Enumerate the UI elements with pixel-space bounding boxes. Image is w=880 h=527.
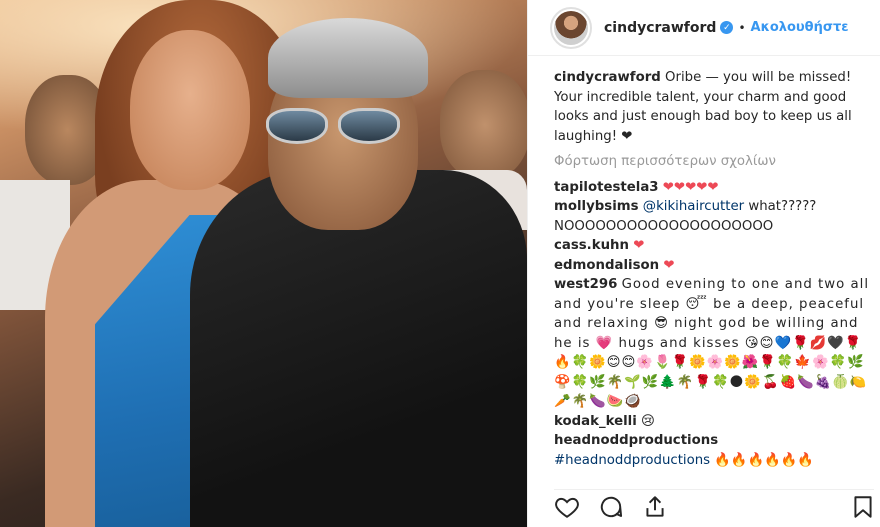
caption: cindycrawford Oribe — you will be missed… — [554, 68, 872, 146]
action-bar — [554, 489, 874, 519]
comments-list: cindycrawford Oribe — you will be missed… — [554, 68, 872, 468]
comment-username[interactable]: kodak_kelli — [554, 414, 637, 429]
comment-text: Good evening to one and two all and you'… — [554, 277, 870, 409]
separator-dot: • — [738, 20, 746, 35]
header-username[interactable]: cindycrawford — [604, 20, 716, 36]
background-person-right — [440, 70, 527, 180]
heart-icon[interactable] — [554, 494, 580, 520]
comment-text: ❤ — [663, 257, 675, 273]
comment-text: 😢 — [641, 413, 655, 429]
comment-row: west296 Good evening to one and two all … — [554, 275, 872, 412]
comment-username[interactable]: edmondalison — [554, 258, 659, 273]
caption-username[interactable]: cindycrawford — [554, 70, 661, 85]
comment-username[interactable]: mollybsims — [554, 199, 639, 214]
comment-username[interactable]: cass.kuhn — [554, 238, 629, 253]
comment-mention[interactable]: @kikihaircutter — [643, 199, 744, 214]
man-hair — [268, 18, 428, 98]
comment-hashtag[interactable]: #headnoddproductions — [554, 453, 710, 468]
comment-row: kodak_kelli 😢 — [554, 412, 872, 432]
comment-username[interactable]: west296 — [554, 277, 617, 292]
comment-username[interactable]: headnoddproductions — [554, 433, 718, 448]
comment-row: tapilotestela3 ❤❤❤❤❤ — [554, 178, 872, 198]
comment-username[interactable]: tapilotestela3 — [554, 180, 659, 195]
share-icon[interactable] — [642, 494, 668, 520]
comment-icon[interactable] — [598, 494, 624, 520]
follow-button[interactable]: Ακολουθήστε — [751, 20, 849, 35]
comment-row: cass.kuhn ❤ — [554, 236, 872, 256]
comment-row: headnoddproductions #headnoddproductions… — [554, 431, 872, 468]
avatar[interactable] — [550, 6, 592, 49]
woman-face — [130, 30, 250, 190]
comment-text: ❤❤❤❤❤ — [662, 179, 719, 195]
comment-row: edmondalison ❤ — [554, 256, 872, 276]
bookmark-icon[interactable] — [850, 494, 876, 520]
post-photo[interactable] — [0, 0, 527, 527]
comment-text: 🔥🔥🔥🔥🔥🔥 — [710, 452, 814, 468]
comment-row: mollybsims @kikihaircutter what????? NOO… — [554, 197, 872, 236]
sunglasses — [266, 108, 406, 146]
post-header: cindycrawford ✓ • Ακολουθήστε — [528, 0, 880, 56]
load-more-comments[interactable]: Φόρτωση περισσότερων σχολίων — [554, 152, 872, 172]
post-side-panel: cindycrawford ✓ • Ακολουθήστε cindycrawf… — [527, 0, 880, 527]
verified-badge-icon: ✓ — [720, 21, 734, 34]
comment-text: ❤ — [633, 238, 645, 253]
